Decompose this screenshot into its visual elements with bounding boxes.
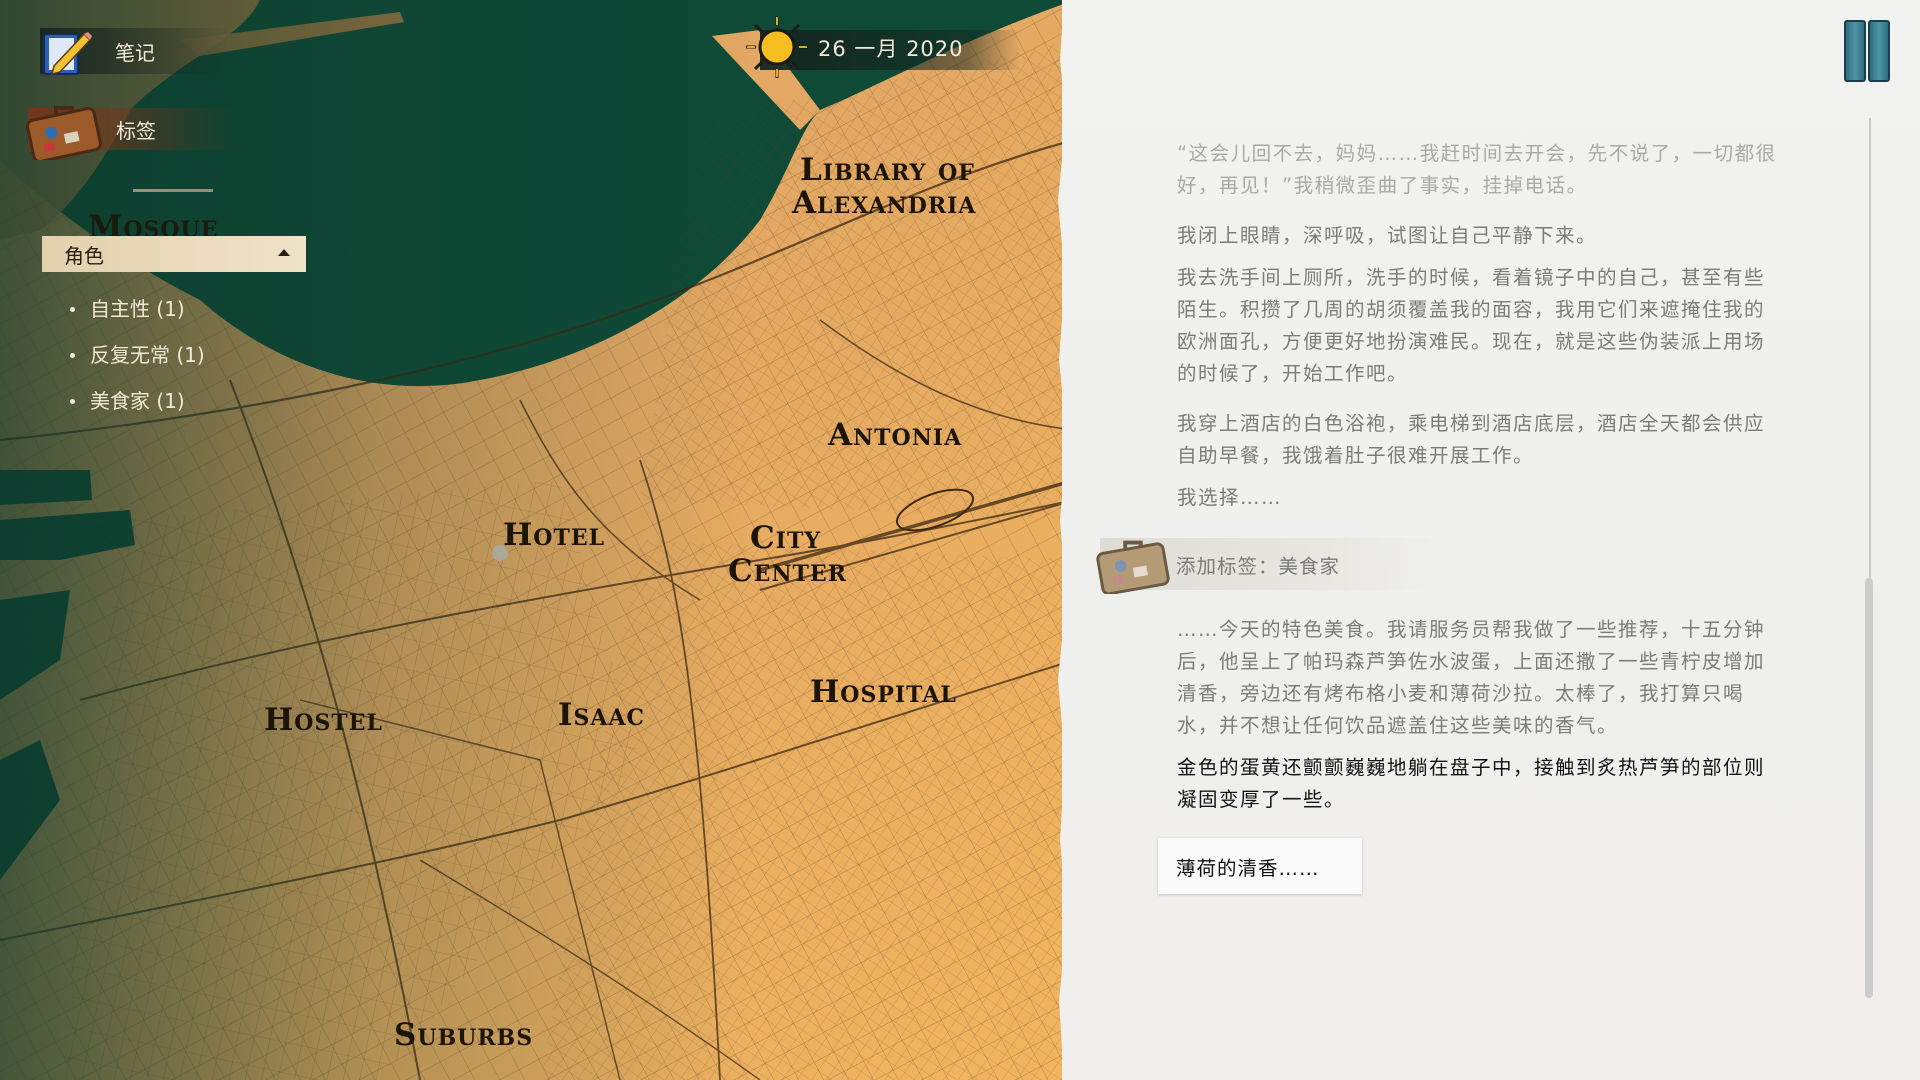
- pause-icon-bar: [1868, 20, 1890, 82]
- journal-paragraph: 我选择……: [1177, 486, 1283, 509]
- tag-item[interactable]: 反复无常 (1): [70, 338, 205, 384]
- pause-icon: [1844, 20, 1866, 82]
- journal-paragraph-current: 金色的蛋黄还颤颤巍巍地躺在盘子中，接触到炙热芦笋的部位则凝固变厚了一些。: [1177, 756, 1766, 811]
- district-suburbs: Suburbs: [394, 1017, 534, 1053]
- tag-item[interactable]: 自主性 (1): [70, 292, 205, 338]
- district-hostel: Hostel: [264, 702, 383, 738]
- journal-paragraph: 我穿上酒店的白色浴袍，乘电梯到酒店底层，酒店全天都会供应自助早餐，我饿着肚子很难…: [1177, 412, 1766, 467]
- caret-up-icon: [278, 249, 290, 256]
- district-isaac: Isaac: [558, 697, 646, 733]
- notes-label: 笔记: [115, 40, 155, 65]
- suitcase-icon: [1096, 540, 1170, 594]
- city-map[interactable]: Mosque Library of Alexandria Antonia Hot…: [0, 0, 1075, 1080]
- journal-paragraph: 我闭上眼睛，深呼吸，试图让自己平静下来。: [1177, 224, 1598, 247]
- tag-added-text: 添加标签：美食家: [1176, 555, 1341, 578]
- suitcase-icon[interactable]: [26, 96, 102, 160]
- district-library-line2: Alexandria: [792, 185, 977, 221]
- tag-category-dropdown[interactable]: 角色: [42, 236, 306, 272]
- district-center: Center: [728, 553, 847, 589]
- tags-label: 标签: [116, 118, 156, 143]
- sun-icon: [746, 16, 808, 78]
- journal-paragraph: “这会儿回不去，妈妈……我赶时间去开会，先不说了，一切都很好，再见！”我稍微歪曲…: [1177, 142, 1777, 197]
- choice-label: 薄荷的清香……: [1176, 857, 1320, 880]
- tags-underline: [133, 189, 213, 192]
- choice-button[interactable]: 薄荷的清香……: [1158, 838, 1362, 894]
- tag-item[interactable]: 美食家 (1): [70, 384, 205, 430]
- journal-paragraph: 我去洗手间上厕所，洗手的时候，看着镜子中的自己，甚至有些陌生。积攒了几周的胡须覆…: [1177, 266, 1766, 385]
- district-hotel: Hotel: [503, 517, 606, 553]
- journal-paragraph: ……今天的特色美食。我请服务员帮我做了一些推荐，十五分钟后，他呈上了帕玛森芦笋佐…: [1177, 618, 1766, 737]
- date-text: 26 一月 2020: [818, 37, 964, 61]
- pause-button[interactable]: [1840, 20, 1892, 82]
- district-hospital: Hospital: [810, 674, 957, 710]
- tag-list: 自主性 (1) 反复无常 (1) 美食家 (1): [70, 292, 205, 430]
- notebook-pencil-icon[interactable]: [40, 26, 92, 78]
- district-antonia: Antonia: [828, 417, 963, 453]
- scrollbar-thumb[interactable]: [1865, 578, 1873, 998]
- tag-category-label: 角色: [64, 243, 104, 268]
- district-city: City: [750, 520, 822, 556]
- district-library: Library of: [800, 152, 975, 188]
